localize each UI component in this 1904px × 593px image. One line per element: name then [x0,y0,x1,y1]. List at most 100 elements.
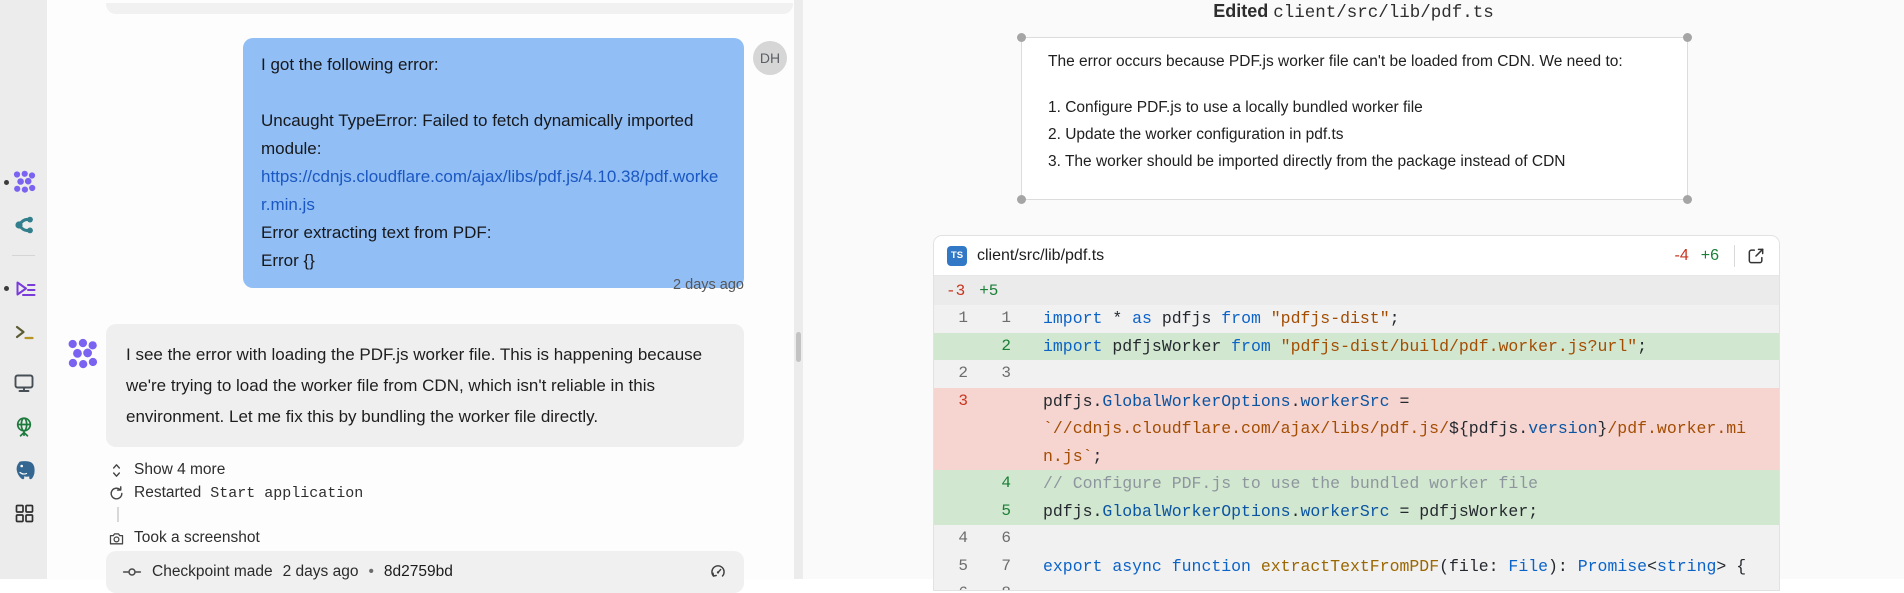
selection-handle[interactable] [1017,33,1026,42]
error-url-link[interactable]: https://cdnjs.cloudflare.com/ajax/libs/p… [261,163,726,219]
old-line-number [934,470,977,498]
old-line-number [934,498,977,526]
agent-icon [12,170,36,194]
code-line: import pdfjsWorker from "pdfjs-dist/buil… [1020,333,1647,361]
new-line-number: 6 [977,525,1020,553]
new-line-number: 3 [977,360,1020,388]
diff-row: 5pdfjs.GlobalWorkerOptions.workerSrc = p… [934,498,1779,526]
user-message-error2: Error extracting text from PDF: [261,219,726,247]
explanation-box[interactable]: The error occurs because PDF.js worker f… [1021,37,1688,200]
code-line: pdfjs.GlobalWorkerOptions.workerSrc = pd… [1020,498,1538,526]
agent-notification-dot [4,180,9,185]
diff-row: n.js`; [934,443,1779,471]
sidebar-item-agent[interactable] [12,170,36,194]
new-line-number [977,388,1020,416]
checkpoint-label: Checkpoint made [152,563,273,581]
tool-rail [0,0,47,579]
hunk-added: +5 [979,282,998,300]
panel-divider [794,0,803,579]
new-line-number: 1 [977,305,1020,333]
code-line: pdfjs.GlobalWorkerOptions.workerSrc = [1020,388,1409,416]
sidebar-item-networking[interactable] [12,415,36,439]
diff-header: TS client/src/lib/pdf.ts -4 +6 [934,236,1779,276]
diff-hunk-header: -3 +5 [934,276,1779,305]
diff-row: 23 [934,360,1779,388]
new-line-number [977,415,1020,443]
user-message-intro: I got the following error: [261,51,726,79]
sidebar-item-workflows[interactable] [12,276,36,300]
editor-preview-panel: Edited client/src/lib/pdf.ts The error o… [803,0,1904,579]
lines-removed-count: -4 [1675,247,1689,265]
checkpoint-time: 2 days ago [283,563,359,581]
workflows-icon [13,277,36,300]
diff-row: 4// Configure PDF.js to use the bundled … [934,470,1779,498]
explanation-step: 1. Configure PDF.js to use a locally bun… [1048,97,1677,119]
selection-handle[interactable] [1683,33,1692,42]
sidebar-item-output[interactable] [12,370,36,394]
old-line-number: 6 [934,580,977,591]
old-line-number [934,333,977,361]
checkpoint-bar[interactable]: Checkpoint made 2 days ago • 8d2759bd [106,551,744,593]
sidebar-item-all-tools[interactable] [12,501,36,525]
new-line-number: 8 [977,580,1020,591]
commit-icon [122,562,142,582]
diff-row: 46 [934,525,1779,553]
checkpoint-separator: • [368,563,373,581]
all-tools-grid-icon [13,502,36,525]
code-line: `//cdnjs.cloudflare.com/ajax/libs/pdf.js… [1020,415,1746,443]
explanation-intro: The error occurs because PDF.js worker f… [1048,51,1677,73]
hunk-removed: -3 [946,282,965,300]
checkpoint-hash: 8d2759bd [384,563,453,581]
diff-row: `//cdnjs.cloudflare.com/ajax/libs/pdf.js… [934,415,1779,443]
diff-rows: 11import * as pdfjs from "pdfjs-dist";2i… [934,305,1779,591]
new-line-number: 5 [977,498,1020,526]
restart-icon [108,485,125,502]
panel-resize-handle[interactable] [796,332,801,362]
rail-divider [12,255,35,256]
workflows-notification-dot [4,286,9,291]
user-message-error: Uncaught TypeError: Failed to fetch dyna… [261,107,726,163]
diff-row: 3 pdfjs.GlobalWorkerOptions.workerSrc = [934,388,1779,416]
user-message-bubble: I got the following error: Uncaught Type… [243,38,744,288]
scrolled-message-fragment [106,3,793,14]
assistant-message-bubble: I see the error with loading the PDF.js … [106,324,744,447]
old-line-number: 1 [934,305,977,333]
new-line-number: 2 [977,333,1020,361]
open-in-editor-icon[interactable] [1746,246,1766,266]
code-line: export async function extractTextFromPDF… [1020,553,1746,581]
sidebar-item-shell[interactable] [12,320,36,344]
old-line-number: 2 [934,360,977,388]
sidebar-item-database[interactable] [12,458,36,482]
selection-handle[interactable] [1017,195,1026,204]
restarted-label: Restarted [134,484,201,502]
code-line [1020,360,1043,388]
code-line [1020,525,1043,553]
old-line-number: 3 [934,388,977,416]
code-line: // Configure PDF.js to use the bundled w… [1020,470,1538,498]
code-line [1020,580,1043,591]
lines-added-count: +6 [1701,247,1719,265]
new-line-number: 4 [977,470,1020,498]
camera-icon [108,530,125,547]
blank-line [261,79,726,107]
code-line: n.js`; [1020,443,1102,471]
old-line-number: 4 [934,525,977,553]
show-more-toggle[interactable]: Show 4 more [108,461,225,479]
diff-row: 68 [934,580,1779,591]
timeline-connector [117,507,119,522]
user-message-timestamp: 2 days ago [673,277,744,293]
edited-file-title: Edited client/src/lib/pdf.ts [803,1,1904,23]
expand-vertical-icon [108,462,125,479]
user-avatar: DH [753,41,787,75]
sidebar-item-git[interactable] [12,213,36,237]
diff-row: 57export async function extractTextFromP… [934,553,1779,581]
restarted-event-row: Restarted Start application [108,484,363,502]
edited-file-path: client/src/lib/pdf.ts [1273,3,1494,23]
selection-handle[interactable] [1683,195,1692,204]
rollback-icon[interactable] [708,562,728,582]
restarted-target: Start application [210,485,363,502]
old-line-number [934,443,977,471]
output-monitor-icon [12,371,36,394]
typescript-file-icon: TS [947,246,967,266]
shell-icon [13,321,35,343]
